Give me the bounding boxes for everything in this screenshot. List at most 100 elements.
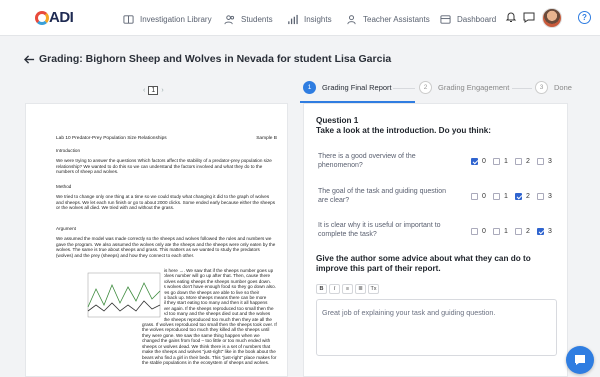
option-label: 3 bbox=[548, 158, 552, 165]
rating-option-0[interactable]: 0 bbox=[471, 193, 486, 200]
logo-icon bbox=[35, 11, 49, 25]
rating-option-2[interactable]: 2 bbox=[515, 228, 530, 235]
question-prompt: Take a look at the introduction. Do you … bbox=[316, 126, 491, 135]
section-text: We tried to change only one thing at a t… bbox=[56, 194, 276, 211]
prev-page-icon[interactable]: ‹ bbox=[143, 87, 145, 94]
option-label: 1 bbox=[504, 193, 508, 200]
editor-toolbar: B I ≡ ≣ Tx bbox=[316, 284, 379, 294]
help-icon[interactable]: ? bbox=[578, 11, 591, 24]
option-label: 0 bbox=[482, 228, 486, 235]
messages-button[interactable] bbox=[523, 10, 535, 28]
advice-editor[interactable]: Great job of explaining your task and gu… bbox=[316, 299, 557, 356]
document-title: Lab 10 Predator-Prey Population Size Rel… bbox=[56, 136, 167, 141]
next-page-icon[interactable]: › bbox=[161, 87, 163, 94]
step-number: 2 bbox=[419, 81, 432, 94]
avatar[interactable] bbox=[542, 8, 562, 28]
person-icon bbox=[347, 14, 356, 24]
option-label: 2 bbox=[526, 228, 530, 235]
message-icon bbox=[523, 12, 535, 23]
clear-format-button[interactable]: Tx bbox=[368, 284, 379, 294]
rating-option-1[interactable]: 1 bbox=[493, 193, 508, 200]
rating-option-3[interactable]: 3 bbox=[537, 193, 552, 200]
step-number: 3 bbox=[535, 81, 548, 94]
section-text: We assumed the model was made correctly … bbox=[56, 236, 276, 258]
option-label: 0 bbox=[482, 193, 486, 200]
nav-label: Teacher Assistants bbox=[363, 14, 430, 24]
checkbox[interactable] bbox=[471, 193, 478, 200]
step-label: Done bbox=[554, 83, 572, 92]
bell-icon bbox=[505, 12, 517, 22]
advice-prompt: Give the author some advice about what t… bbox=[316, 254, 531, 273]
checkbox[interactable] bbox=[537, 158, 544, 165]
step-done[interactable]: 3 Done bbox=[535, 81, 572, 94]
book-icon bbox=[123, 14, 134, 24]
option-label: 3 bbox=[548, 228, 552, 235]
nav-label: Investigation Library bbox=[140, 14, 212, 24]
option-label: 3 bbox=[548, 193, 552, 200]
checkbox[interactable] bbox=[471, 158, 478, 165]
doc-section-introduction: Introduction We were trying to answer th… bbox=[26, 148, 287, 175]
page-title: Grading: Bighorn Sheep and Wolves in Nev… bbox=[24, 53, 391, 65]
step-grading-final-report[interactable]: 1 Grading Final Report bbox=[303, 81, 392, 94]
population-graph-image bbox=[82, 267, 164, 322]
document-header: Lab 10 Predator-Prey Population Size Rel… bbox=[56, 136, 277, 141]
checkbox[interactable] bbox=[537, 228, 544, 235]
option-label: 1 bbox=[504, 228, 508, 235]
rating-option-1[interactable]: 1 bbox=[493, 228, 508, 235]
checkbox[interactable] bbox=[493, 193, 500, 200]
nav-students[interactable]: Students bbox=[224, 12, 273, 26]
bold-button[interactable]: B bbox=[316, 284, 327, 294]
logo[interactable]: ADI bbox=[35, 9, 75, 27]
option-label: 0 bbox=[482, 158, 486, 165]
checkbox[interactable] bbox=[493, 158, 500, 165]
section-heading: Argument bbox=[56, 226, 76, 231]
option-label: 1 bbox=[504, 158, 508, 165]
checkbox[interactable] bbox=[537, 193, 544, 200]
checkbox[interactable] bbox=[471, 228, 478, 235]
checkbox[interactable] bbox=[493, 228, 500, 235]
section-text: We were trying to answer the questions W… bbox=[56, 158, 272, 175]
student-report-document: Lab 10 Predator-Prey Population Size Rel… bbox=[25, 103, 288, 377]
nav-label: Insights bbox=[304, 14, 332, 24]
rating-option-0[interactable]: 0 bbox=[471, 228, 486, 235]
step-label: Grading Engagement bbox=[438, 83, 510, 92]
section-heading: Introduction bbox=[56, 148, 81, 153]
step-number: 1 bbox=[303, 81, 316, 94]
italic-button[interactable]: I bbox=[329, 284, 340, 294]
top-nav: ADI Investigation Library Students Insig… bbox=[0, 0, 600, 36]
users-icon bbox=[224, 14, 235, 24]
criterion-text: It is clear why it is useful or importan… bbox=[318, 222, 441, 238]
rating-option-2[interactable]: 2 bbox=[515, 193, 530, 200]
step-grading-engagement[interactable]: 2 Grading Engagement bbox=[419, 81, 509, 94]
rating-option-0[interactable]: 0 bbox=[471, 158, 486, 165]
grading-question-panel: Question 1 Take a look at the introducti… bbox=[303, 103, 568, 377]
rating-option-1[interactable]: 1 bbox=[493, 158, 508, 165]
notifications-button[interactable] bbox=[505, 10, 517, 28]
criterion-text: There is a good overview of the phenomen… bbox=[318, 153, 416, 169]
nav-dashboard[interactable]: Dashboard bbox=[440, 12, 496, 26]
back-arrow-icon[interactable] bbox=[24, 54, 35, 65]
checkbox[interactable] bbox=[515, 228, 522, 235]
question-number: Question 1 bbox=[316, 116, 359, 125]
doc-section-method: Method We tried to change only one thing… bbox=[26, 184, 287, 211]
rating-option-3[interactable]: 3 bbox=[537, 158, 552, 165]
numbered-list-button[interactable]: ≣ bbox=[355, 284, 366, 294]
rating-option-3[interactable]: 3 bbox=[537, 228, 552, 235]
checkbox[interactable] bbox=[515, 158, 522, 165]
nav-label: Dashboard bbox=[457, 14, 497, 24]
page-title-text: Grading: Bighorn Sheep and Wolves in Nev… bbox=[39, 53, 392, 65]
document-pager: ‹ 1 › bbox=[143, 86, 164, 95]
nav-teacher-assistants[interactable]: Teacher Assistants bbox=[346, 12, 430, 26]
nav-investigation-library[interactable]: Investigation Library bbox=[123, 12, 212, 26]
bar-chart-icon bbox=[288, 14, 298, 24]
doc-section-argument: Argument We assumed the model was made c… bbox=[26, 226, 287, 258]
rating-option-2[interactable]: 2 bbox=[515, 158, 530, 165]
question-title: Question 1 Take a look at the introducti… bbox=[316, 116, 491, 136]
bullet-list-button[interactable]: ≡ bbox=[342, 284, 353, 294]
checkbox[interactable] bbox=[515, 193, 522, 200]
logo-text: ADI bbox=[49, 9, 74, 26]
page-number-input[interactable]: 1 bbox=[148, 86, 159, 95]
dashboard-icon bbox=[440, 14, 451, 24]
chat-button[interactable] bbox=[566, 346, 594, 374]
nav-insights[interactable]: Insights bbox=[287, 12, 332, 26]
